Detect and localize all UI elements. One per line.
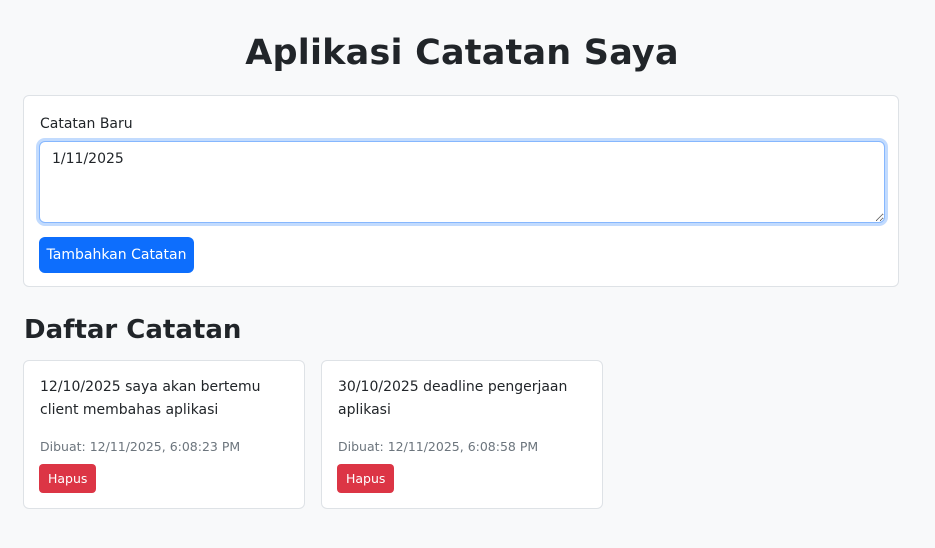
note-created-date: Dibuat: 12/11/2025, 6:08:58 PM bbox=[338, 439, 539, 454]
notes-section-title: Daftar Catatan bbox=[24, 315, 242, 345]
note-text: 30/10/2025 deadline pengerjaan aplikasi bbox=[338, 379, 568, 418]
page-title: Aplikasi Catatan Saya bbox=[245, 33, 679, 73]
note-created-date: Dibuat: 12/11/2025, 6:08:23 PM bbox=[40, 439, 241, 454]
delete-note-button[interactable]: Hapus bbox=[337, 464, 395, 493]
new-note-form-card: Catatan Baru Tambahkan Catatan bbox=[23, 95, 899, 287]
add-note-button[interactable]: Tambahkan Catatan bbox=[39, 237, 194, 273]
note-text: 12/10/2025 saya akan bertemu client memb… bbox=[40, 379, 261, 418]
new-note-label: Catatan Baru bbox=[40, 116, 133, 132]
note-card: 30/10/2025 deadline pengerjaan aplikasi … bbox=[321, 360, 603, 509]
new-note-textarea[interactable] bbox=[39, 141, 885, 223]
note-card: 12/10/2025 saya akan bertemu client memb… bbox=[23, 360, 305, 509]
delete-note-button[interactable]: Hapus bbox=[39, 464, 97, 493]
